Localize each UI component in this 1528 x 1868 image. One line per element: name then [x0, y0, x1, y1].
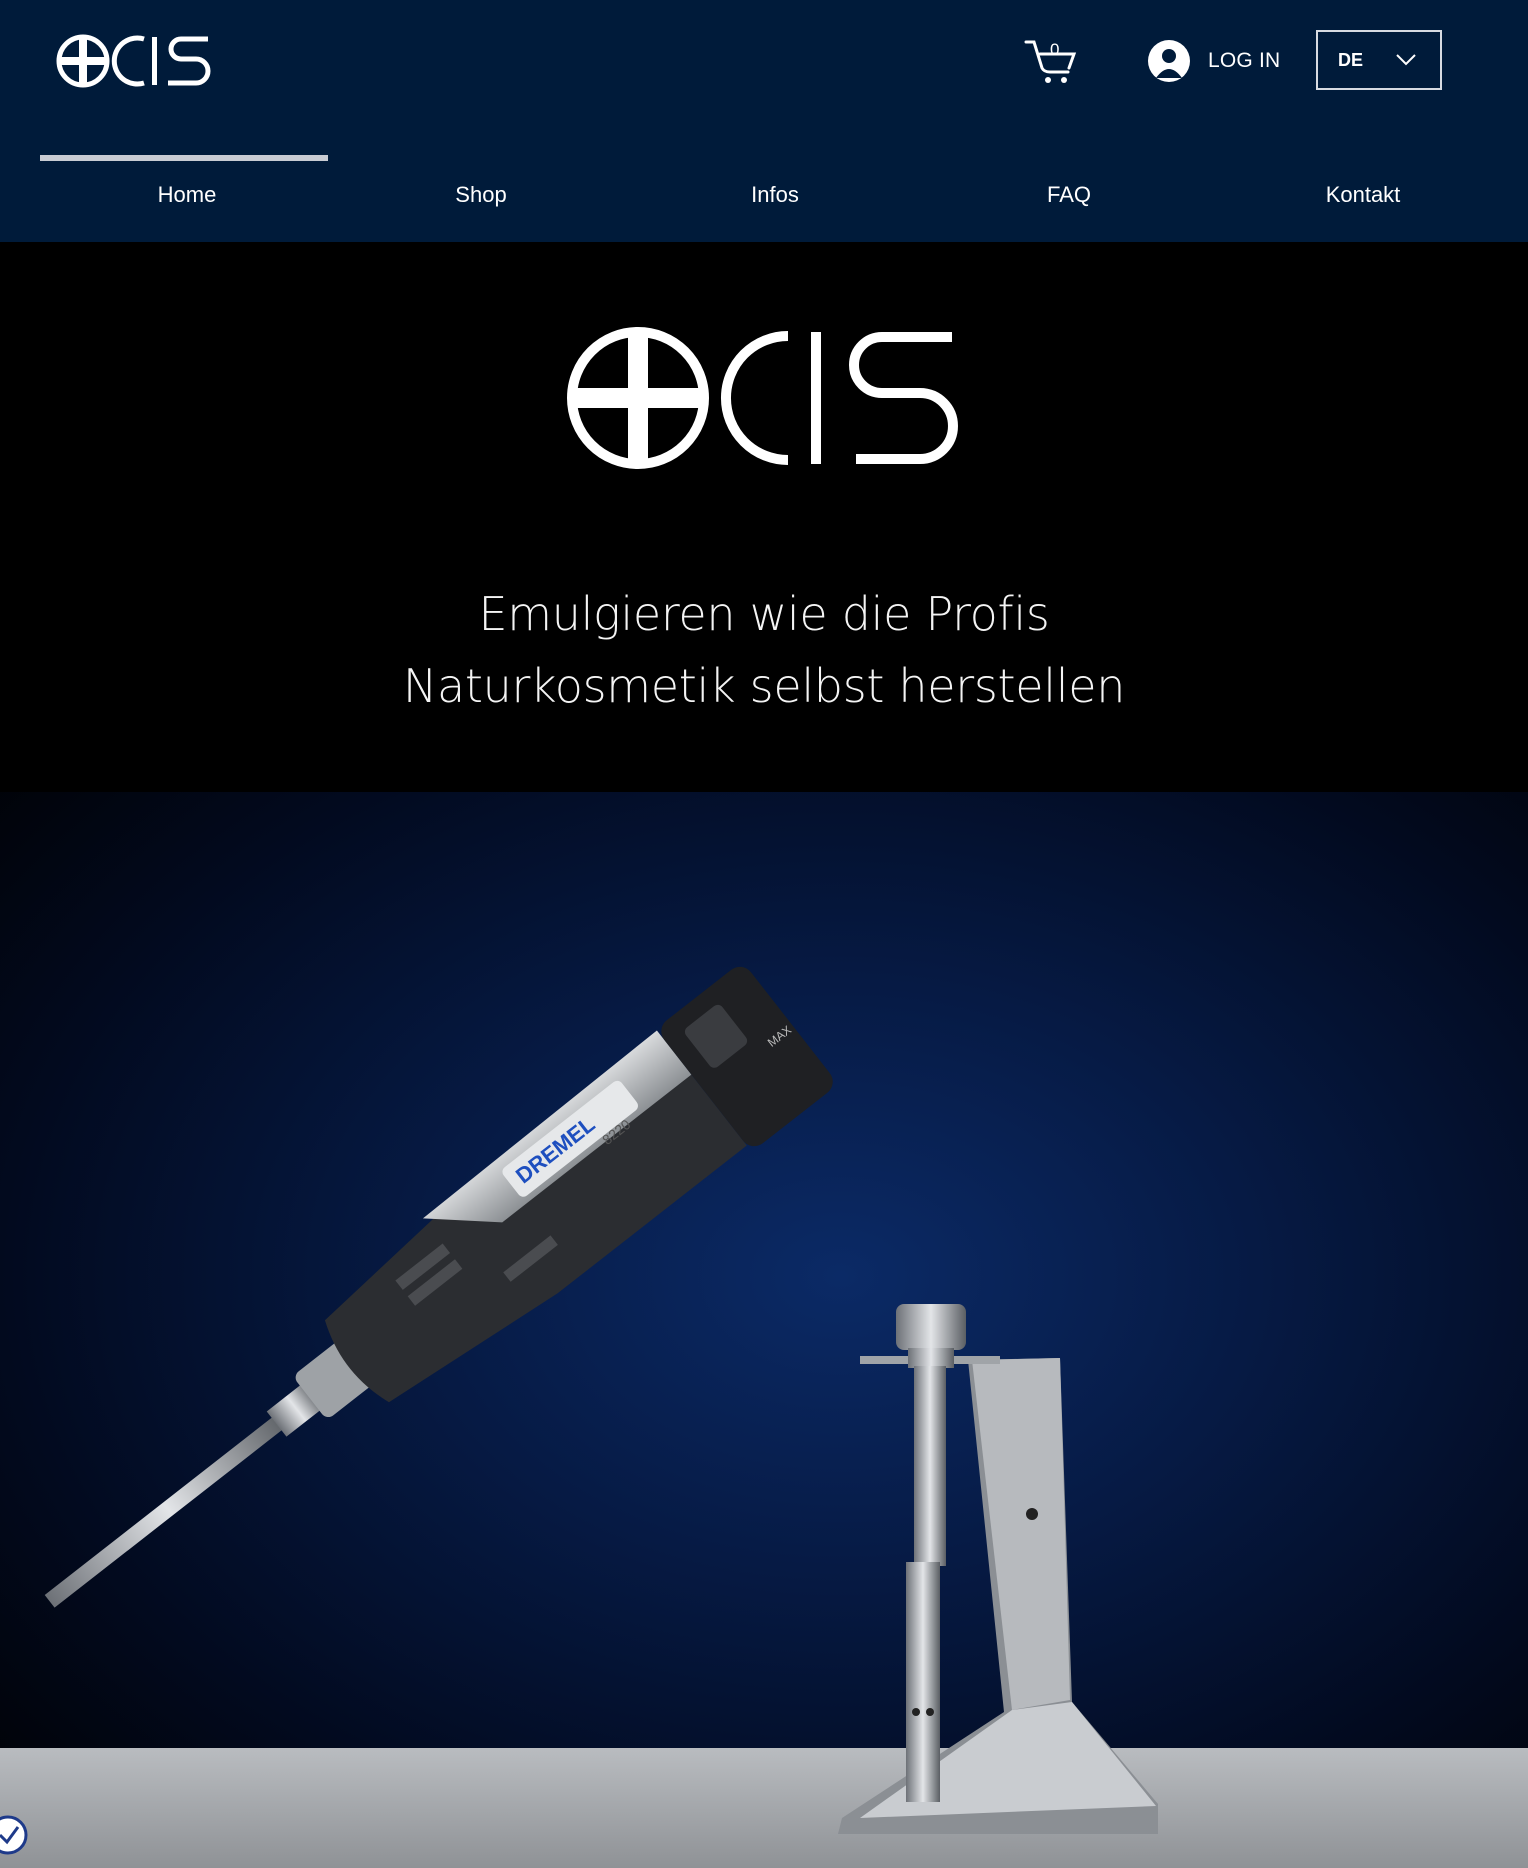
nav-item-home[interactable]: Home — [40, 155, 334, 242]
nav-item-kontakt[interactable]: Kontakt — [1216, 155, 1510, 242]
login-label: LOG IN — [1208, 49, 1281, 72]
hero-section: Emulgieren wie die Profis Naturkosmetik … — [0, 242, 1528, 792]
security-badge-icon — [0, 1815, 28, 1855]
hero-line-1: Emulgieren wie die Profis — [478, 587, 1050, 641]
main-nav: Home Shop Infos FAQ Kontakt — [40, 155, 1510, 242]
language-selected: DE — [1338, 49, 1364, 70]
hero-tagline: Emulgieren wie die Profis Naturkosmetik … — [0, 578, 1528, 722]
emulsifier-shaft — [896, 1304, 966, 1802]
hero-logo — [567, 327, 958, 469]
nav-item-shop[interactable]: Shop — [334, 155, 628, 242]
language-select[interactable]: DE — [1316, 30, 1442, 90]
avatar-icon — [1148, 40, 1190, 82]
chevron-down-icon — [1396, 54, 1416, 66]
security-badge[interactable] — [0, 1815, 28, 1855]
site-logo[interactable] — [56, 30, 212, 92]
hero-line-2: Naturkosmetik selbst herstellen — [402, 659, 1126, 713]
product-photo: DREMEL 8220 MAX — [0, 792, 1528, 1868]
site-header: 0 LOG IN DE Home Shop Infos FAQ Kontakt — [0, 0, 1528, 242]
nav-item-faq[interactable]: FAQ — [922, 155, 1216, 242]
cart-button[interactable]: 0 — [1024, 38, 1078, 86]
login-button[interactable]: LOG IN — [1148, 36, 1280, 86]
cart-count: 0 — [1050, 40, 1060, 59]
rotary-tool: DREMEL 8220 MAX — [44, 966, 833, 1608]
table-surface — [0, 1748, 1528, 1868]
nav-item-infos[interactable]: Infos — [628, 155, 922, 242]
